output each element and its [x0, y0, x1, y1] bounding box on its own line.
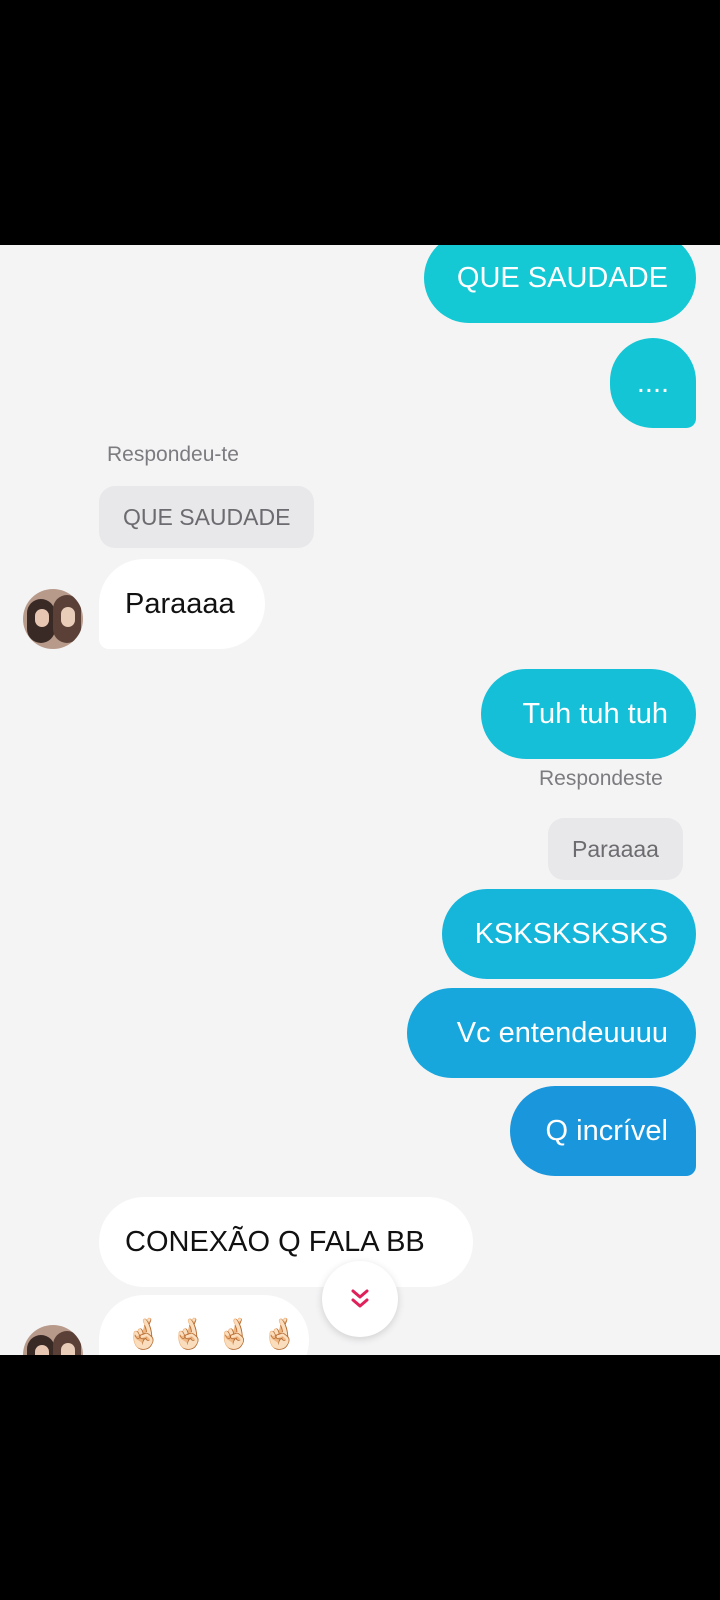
- crossed-fingers-emoji: 🤞🏻: [215, 1318, 254, 1351]
- contact-avatar[interactable]: [23, 589, 83, 649]
- crossed-fingers-emoji: 🤞🏻: [125, 1318, 163, 1351]
- message-outgoing[interactable]: Tuh tuh tuh: [481, 669, 696, 759]
- reply-label: Respondeste: [539, 767, 663, 790]
- crossed-fingers-emoji: 🤞🏻: [170, 1318, 208, 1351]
- reply-quote[interactable]: Paraaaa: [548, 818, 683, 880]
- message-outgoing[interactable]: Vc entendeuuuu: [407, 988, 696, 1078]
- reply-quote[interactable]: QUE SAUDADE: [99, 486, 315, 548]
- message-incoming[interactable]: 🤞🏻 🤞🏻 🤞🏻 🤞🏻: [99, 1295, 309, 1355]
- scroll-to-bottom-button[interactable]: [322, 1261, 398, 1337]
- crossed-fingers-emoji: 🤞🏻: [261, 1318, 299, 1351]
- chat-thread[interactable]: QUE SAUDADE .... Respondeu-te QUE SAUDAD…: [0, 245, 720, 1355]
- message-incoming[interactable]: Paraaaa: [99, 559, 265, 649]
- message-outgoing[interactable]: QUE SAUDADE: [424, 245, 696, 323]
- contact-avatar[interactable]: [23, 1325, 83, 1355]
- message-outgoing[interactable]: Q incrível: [510, 1086, 696, 1176]
- message-outgoing[interactable]: ....: [610, 338, 696, 428]
- message-incoming[interactable]: CONEXÃO Q FALA BB: [99, 1197, 473, 1287]
- double-chevron-down-icon: [351, 1289, 369, 1308]
- navigation-bar-area: [0, 1355, 720, 1600]
- message-outgoing[interactable]: KSKSKSKSKS: [442, 889, 696, 979]
- reply-label: Respondeu-te: [107, 443, 239, 466]
- status-bar-area: [0, 0, 720, 245]
